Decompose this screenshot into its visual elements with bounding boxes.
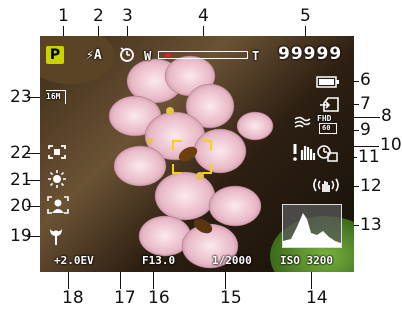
shutter-speed: 1/2000 — [212, 254, 252, 267]
battery-icon — [316, 76, 340, 88]
callout-5: 5 — [300, 6, 311, 26]
zoom-level-marker — [165, 53, 171, 57]
callout-15: 15 — [220, 288, 242, 308]
iso-value: ISO 3200 — [280, 254, 333, 267]
leader-18 — [68, 270, 69, 289]
zoom-wide-label: W — [144, 49, 152, 63]
image-size-label: 16M — [46, 92, 61, 101]
flash-auto-icon: ⚡A — [86, 48, 102, 63]
macro-icon — [48, 227, 64, 245]
mode-p-icon: P — [46, 46, 64, 64]
callout-11: 11 — [358, 147, 380, 167]
zoom-bar: W T — [144, 48, 266, 64]
leader-10 — [350, 146, 379, 147]
metering-icon — [48, 145, 66, 159]
callout-17: 17 — [114, 288, 136, 308]
memory-card-icon — [320, 96, 340, 112]
stabilizer-icon — [312, 176, 340, 194]
hand-shake-warning-icon — [292, 142, 318, 162]
wind-cut-icon — [294, 114, 312, 130]
callout-1: 1 — [58, 6, 69, 26]
face-detect-icon — [316, 144, 338, 162]
video-fps-label: 60 — [322, 124, 331, 132]
callout-2: 2 — [93, 6, 104, 26]
leader-15 — [225, 270, 226, 289]
callout-16: 16 — [148, 288, 170, 308]
video-resolution-icon: FHD 60 — [316, 114, 342, 136]
zoom-tele-label: T — [252, 49, 260, 63]
video-resolution-label: FHD — [317, 114, 332, 123]
callout-13: 13 — [360, 215, 382, 235]
white-balance-daylight-icon — [48, 170, 66, 188]
callout-7: 7 — [360, 94, 371, 114]
histogram-icon — [282, 204, 342, 248]
af-frame-icon — [172, 140, 212, 174]
callout-4: 4 — [198, 6, 209, 26]
callout-18: 18 — [62, 288, 84, 308]
film-frame: 60 — [319, 123, 337, 134]
callout-10: 10 — [380, 135, 402, 155]
callout-12: 12 — [360, 176, 382, 196]
callout-3: 3 — [122, 6, 133, 26]
callout-14: 14 — [306, 288, 328, 308]
aperture-value: F13.0 — [142, 254, 176, 267]
image-size-icon: 16M — [46, 90, 66, 104]
leader-8 — [350, 117, 380, 118]
leader-14 — [311, 270, 312, 289]
callout-6: 6 — [360, 70, 371, 90]
shots-remaining: 99999 — [278, 44, 343, 64]
exposure-compensation: +2.0EV — [54, 254, 94, 267]
callout-9: 9 — [360, 120, 371, 140]
self-timer-icon — [118, 45, 136, 63]
face-beauty-icon — [47, 196, 69, 214]
mode-label: P — [49, 47, 61, 63]
leader-16 — [153, 270, 154, 289]
camera-lcd-screen: P ⚡A W T 99999 FHD 60 16M +2.0EV F13.0 1… — [40, 36, 354, 272]
callout-8: 8 — [381, 106, 392, 126]
zoom-track — [158, 51, 248, 59]
